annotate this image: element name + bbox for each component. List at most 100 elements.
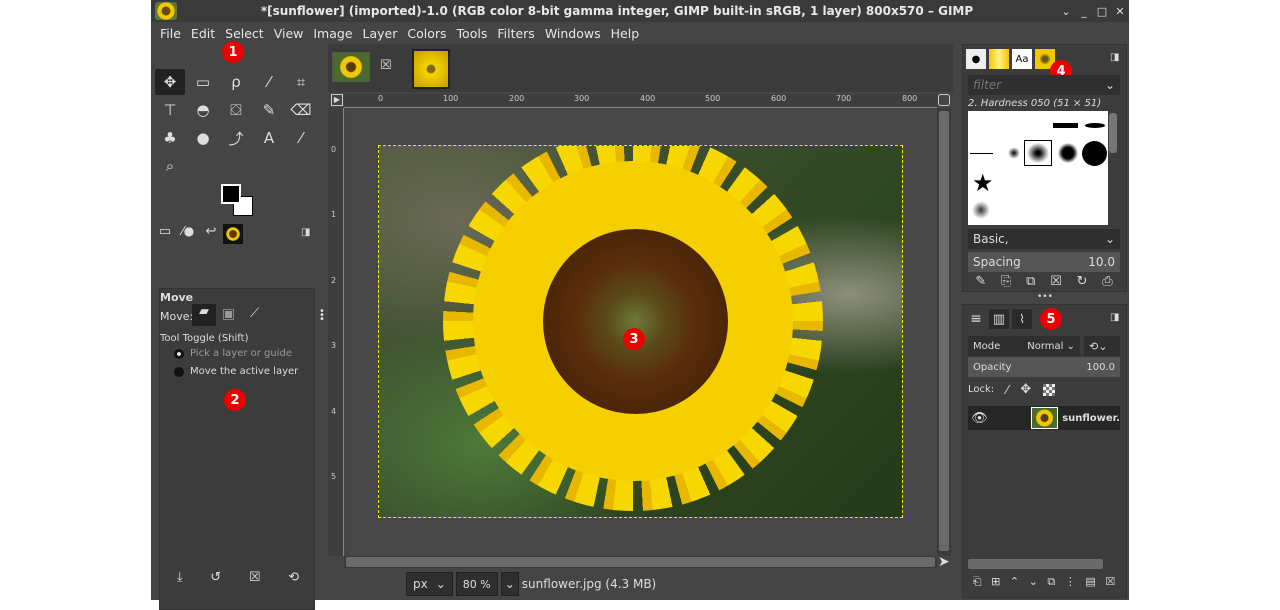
lower-layer-icon[interactable]: ⌄: [1029, 575, 1038, 589]
delete-layer-icon[interactable]: ☒: [1105, 575, 1115, 589]
paintbrush-tool[interactable]: ✎: [254, 97, 284, 123]
menu-layer[interactable]: Layer: [358, 26, 403, 41]
restore-options-icon[interactable]: ↺: [210, 570, 221, 585]
radio-move-active-layer[interactable]: Move the active layer: [174, 366, 298, 377]
canvas-viewport[interactable]: 3: [345, 108, 937, 556]
visibility-eye-icon[interactable]: 👁: [968, 411, 991, 426]
lock-position-icon[interactable]: ✥: [1020, 382, 1031, 397]
lasso-tool[interactable]: ρ: [221, 69, 251, 95]
menu-file[interactable]: File: [155, 26, 186, 41]
merge-down-icon[interactable]: ⋮: [1065, 575, 1076, 589]
menu-colors[interactable]: Colors: [402, 26, 451, 41]
sunflower-image[interactable]: 3: [378, 145, 903, 518]
brush-filter-input[interactable]: filter ⌄: [968, 75, 1120, 95]
tab-fonts[interactable]: Aa: [1012, 49, 1032, 69]
zoom-tool[interactable]: ⌕: [155, 153, 185, 179]
brush-grid[interactable]: ★: [968, 111, 1108, 225]
lock-pixels-icon[interactable]: ⁄: [1006, 383, 1008, 397]
image-tab-2-thumb[interactable]: [412, 49, 450, 89]
duplicate-brush-icon[interactable]: ⧉: [1026, 274, 1035, 289]
new-layer-icon[interactable]: ⎗: [973, 575, 982, 589]
close-button[interactable]: ✕: [1111, 5, 1129, 18]
smudge-tool[interactable]: ●: [188, 125, 218, 151]
layer-mode-dropdown[interactable]: Mode Normal ⌄: [968, 336, 1080, 356]
menu-filters[interactable]: Filters: [492, 26, 539, 41]
duplicate-layer-icon[interactable]: ⧉: [1047, 575, 1055, 589]
horizontal-ruler[interactable]: 0 100 200 300 400 500 600 700 800: [344, 94, 937, 108]
raise-layer-icon[interactable]: ⌃: [1010, 575, 1019, 589]
rect-select-tool[interactable]: ▭: [188, 69, 218, 95]
transform-tool[interactable]: ⊤: [155, 97, 185, 123]
zoom-value: 80 %: [462, 577, 491, 591]
warp-tool[interactable]: ◓: [188, 97, 218, 123]
move-tool[interactable]: ✥: [155, 69, 185, 95]
layers-scrollbar[interactable]: [968, 559, 1103, 569]
paths-tool[interactable]: ⤴: [221, 125, 251, 151]
dock-tab-device-status[interactable]: ⁄●: [178, 224, 198, 244]
new-group-icon[interactable]: ⊞: [991, 575, 1000, 589]
dock-tab-images[interactable]: [223, 224, 243, 244]
bucket-fill-tool[interactable]: ⛋: [221, 97, 251, 123]
unit-dropdown[interactable]: px ⌄: [406, 572, 453, 596]
zoom-to-fit-icon[interactable]: [938, 94, 950, 106]
menu-select[interactable]: Select: [220, 26, 269, 41]
menu-arrow-button[interactable]: ⌄: [1057, 5, 1075, 18]
move-layer-button[interactable]: ▰: [192, 304, 216, 326]
eraser-tool[interactable]: ⌫: [286, 97, 316, 123]
move-selection-button[interactable]: ▣: [222, 306, 235, 322]
open-brush-as-image-icon[interactable]: ⎙: [1102, 274, 1112, 289]
move-path-button[interactable]: ⟋: [250, 306, 259, 321]
edit-brush-icon[interactable]: ✎: [975, 274, 986, 289]
minimize-button[interactable]: _: [1075, 5, 1093, 18]
dock-tab-undo-history[interactable]: ↩: [201, 224, 221, 244]
dock-menu-icon[interactable]: ◨: [1110, 52, 1119, 63]
save-options-icon[interactable]: ⤓: [177, 570, 183, 585]
dock-menu-icon[interactable]: ◨: [1110, 312, 1119, 323]
delete-brush-icon[interactable]: ☒: [1050, 274, 1062, 289]
delete-options-icon[interactable]: ☒: [249, 570, 261, 585]
fuzzy-select-tool[interactable]: ⁄: [254, 69, 284, 95]
foreground-color-swatch[interactable]: [221, 184, 241, 204]
color-picker-tool[interactable]: ⁄: [286, 125, 316, 151]
composite-mode-dropdown[interactable]: ⟲⌄: [1084, 336, 1120, 356]
mask-icon[interactable]: ▤: [1085, 575, 1095, 589]
dock-resize-handle[interactable]: •••: [1037, 292, 1053, 302]
quick-mask-corner-icon[interactable]: ▶: [331, 94, 343, 106]
menu-view[interactable]: View: [269, 26, 309, 41]
dock-resize-handle[interactable]: •••: [319, 307, 325, 325]
reset-options-icon[interactable]: ⟲: [288, 570, 299, 585]
image-tab-sunflower-thumb[interactable]: [332, 52, 370, 82]
menu-image[interactable]: Image: [308, 26, 357, 41]
new-brush-icon[interactable]: ⎘: [1001, 274, 1011, 289]
radio-pick-layer[interactable]: Pick a layer or guide: [174, 348, 292, 359]
close-tab-icon[interactable]: ☒: [380, 58, 392, 73]
zoom-field[interactable]: 80 %: [455, 572, 498, 596]
menu-edit[interactable]: Edit: [186, 26, 220, 41]
layer-row[interactable]: 👁 sunflower.: [968, 406, 1120, 430]
vertical-ruler[interactable]: 0 1 2 3 4 5: [328, 108, 344, 556]
horizontal-scrollbar[interactable]: [344, 556, 937, 568]
tab-channels[interactable]: ▥: [989, 309, 1009, 329]
tab-brushes[interactable]: ●: [966, 49, 986, 69]
menu-tools[interactable]: Tools: [452, 26, 493, 41]
spacing-slider[interactable]: Spacing 10.0: [968, 252, 1120, 272]
dock-tab-tool-options[interactable]: ▭: [155, 224, 175, 244]
tab-layers[interactable]: ≡: [966, 309, 986, 329]
tab-gradients[interactable]: [989, 49, 1009, 69]
vertical-scrollbar[interactable]: [937, 108, 951, 556]
zoom-dropdown[interactable]: ⌄: [500, 572, 519, 596]
maximize-button[interactable]: □: [1093, 5, 1111, 18]
menu-help[interactable]: Help: [606, 26, 645, 41]
clone-tool[interactable]: ♣: [155, 125, 185, 151]
tab-paths[interactable]: ⌇: [1012, 309, 1032, 329]
lock-alpha-icon[interactable]: [1043, 383, 1056, 396]
dock-menu-icon[interactable]: ◨: [301, 227, 310, 238]
opacity-slider[interactable]: Opacity 100.0: [968, 357, 1120, 377]
crop-tool[interactable]: ⌗: [286, 69, 316, 95]
text-tool[interactable]: A: [254, 125, 284, 151]
brush-tag-dropdown[interactable]: Basic, ⌄: [968, 229, 1120, 249]
brush-grid-scrollbar[interactable]: [1109, 113, 1117, 153]
refresh-brushes-icon[interactable]: ↻: [1077, 274, 1088, 289]
layer-name[interactable]: sunflower.: [1062, 413, 1120, 424]
menu-windows[interactable]: Windows: [540, 26, 606, 41]
